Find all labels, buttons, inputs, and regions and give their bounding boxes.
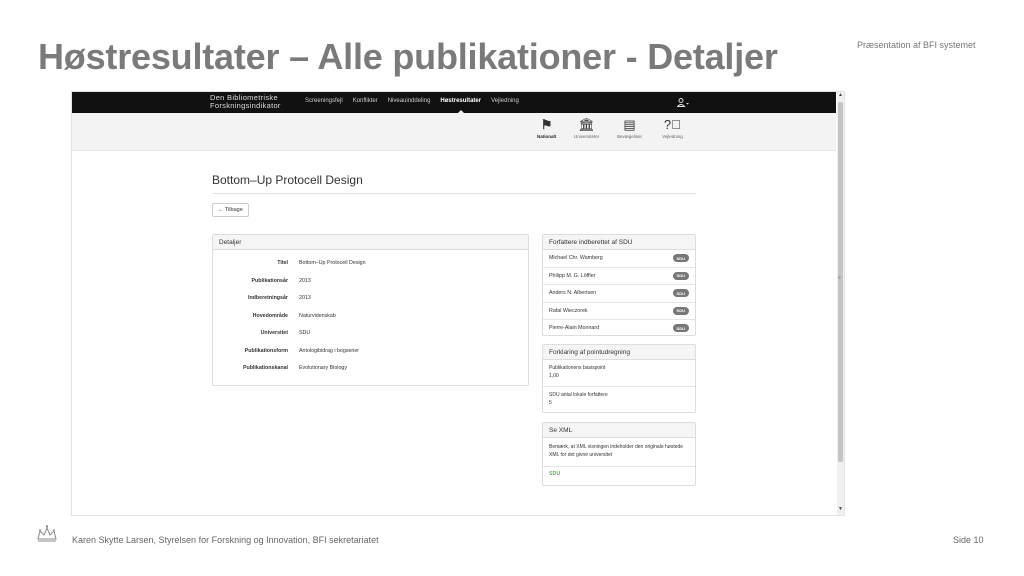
- local-authors-block: SDU antal lokale forfattere 5: [543, 387, 695, 414]
- base-points-block: Publikationens basispoint 1,00: [543, 360, 695, 387]
- local-authors-label: SDU antal lokale forfattere: [549, 392, 608, 398]
- author-row: Philipp M. G. Löffler SDU: [543, 268, 695, 285]
- subnav-label: Bevægeliser: [617, 134, 643, 139]
- authors-heading: Forfattere indberettet af SDU: [543, 235, 695, 250]
- university-badge: SDU: [672, 271, 689, 280]
- detail-value: 2013: [299, 278, 311, 284]
- app-screenshot: Den Bibliometriske Forskningsindikator S…: [71, 91, 845, 516]
- page-number: Side 10: [953, 535, 984, 545]
- university-badge: SDU: [672, 254, 689, 262]
- detail-value: 2013: [299, 295, 311, 301]
- detail-label: Indberetningsår: [247, 295, 288, 301]
- publication-title: Bottom–Up Protocell Design: [212, 173, 363, 187]
- author-row: Rafal Wieczorek SDU: [543, 303, 695, 320]
- detail-value: Bottom–Up Protocell Design: [299, 260, 366, 266]
- brand-line-2: Forskningsindikator: [210, 101, 281, 110]
- base-points-label: Publikationens basispoint: [549, 365, 606, 371]
- subnav-bevaegeliser[interactable]: ▤ Bevægeliser: [617, 117, 642, 139]
- institution-icon: 🏛: [578, 117, 595, 132]
- detail-value: Naturvidenskab: [299, 313, 336, 319]
- back-button[interactable]: ← Tilbage: [212, 203, 249, 217]
- flag-icon: ⚑: [540, 117, 553, 132]
- user-icon: [676, 98, 689, 107]
- detail-value: Antologibidrag i bogserier: [299, 348, 360, 354]
- xml-note: Bemærk, at XML visningen indeholder den …: [543, 438, 695, 467]
- xml-link-sdu[interactable]: SDU: [543, 467, 695, 481]
- scroll-thumb[interactable]: [838, 102, 843, 462]
- detail-label: Publikationsform: [244, 348, 288, 354]
- university-badge: SDU: [672, 324, 689, 332]
- detail-label: Titel: [277, 260, 288, 266]
- subnav-label: Universiteter: [574, 134, 600, 139]
- points-panel: Forklaring af pointudregning Publikation…: [542, 344, 696, 413]
- nav-niveauinddeling[interactable]: Niveauinddeling: [383, 92, 436, 113]
- author-row: Pierre-Alain Monnard SDU: [543, 320, 695, 338]
- details-heading: Detaljer: [213, 235, 528, 250]
- university-badge: SDU: [672, 289, 689, 297]
- author-row: Anders N. Albertsen SDU: [543, 285, 695, 303]
- authors-panel: Forfattere indberettet af SDU Michael Ch…: [542, 234, 696, 336]
- detail-value: SDU: [299, 330, 311, 336]
- vertical-scrollbar[interactable]: ▲ ≡ ▼: [837, 92, 844, 515]
- author-name: Pierre-Alain Monnard: [549, 325, 600, 331]
- title-divider: [212, 193, 696, 194]
- calendar-icon: ▤: [623, 117, 636, 132]
- xml-heading: Se XML: [543, 423, 695, 438]
- author-name: Anders N. Albertsen: [549, 290, 597, 296]
- subnav-label: Vejledning: [662, 134, 683, 139]
- author-name: Philipp M. G. Löffler: [549, 272, 596, 279]
- detail-label: Universitet: [260, 330, 288, 336]
- nav-vejledning[interactable]: Vejledning: [486, 92, 524, 113]
- top-navbar: Den Bibliometriske Forskningsindikator S…: [72, 92, 836, 113]
- author-name: Rafal Wieczorek: [549, 307, 588, 314]
- slide-subtitle: Præsentation af BFI systemet: [857, 40, 976, 50]
- base-points-value: 1,00: [549, 373, 559, 379]
- xml-panel: Se XML Bemærk, at XML visningen indehold…: [542, 422, 696, 486]
- scroll-up-arrow-icon[interactable]: ▲: [838, 92, 843, 98]
- nav-hostresultater[interactable]: Høstresultater: [435, 92, 486, 113]
- subnav-label: Nationalt: [537, 134, 557, 139]
- university-badge: SDU: [672, 306, 689, 315]
- nav-konflikter[interactable]: Konflikter: [348, 92, 383, 113]
- subnav-nationalt[interactable]: ⚑ Nationalt: [537, 117, 556, 139]
- footer-author: Karen Skytte Larsen, Styrelsen for Forsk…: [72, 535, 379, 545]
- scroll-down-arrow-icon[interactable]: ▼: [838, 506, 843, 512]
- help-icon: ?⃝: [663, 117, 681, 132]
- slide-title: Høstresultater – Alle publikationer - De…: [38, 36, 778, 77]
- points-heading: Forklaring af pointudregning: [543, 345, 695, 360]
- author-row: Michael Chr. Wamberg SDU: [543, 250, 695, 268]
- sub-nav: ⚑ Nationalt 🏛 Universiteter ▤ Bevægelise…: [72, 113, 836, 151]
- local-authors-value: 5: [549, 400, 552, 406]
- detail-value: Evolutionary Biology: [299, 365, 347, 371]
- subnav-vejledning[interactable]: ?⃝ Vejledning: [662, 117, 683, 139]
- user-menu[interactable]: [676, 98, 689, 109]
- detail-label: Publikationsår: [251, 278, 289, 284]
- author-name: Michael Chr. Wamberg: [549, 255, 603, 261]
- detail-label: Hovedområde: [252, 313, 288, 319]
- detail-label: Publikationskanal: [242, 365, 288, 371]
- main-nav: Screeningsfejl Konflikter Niveauinddelin…: [300, 92, 524, 113]
- brand-logo[interactable]: Den Bibliometriske Forskningsindikator: [210, 94, 281, 110]
- nav-screeningsfejl[interactable]: Screeningsfejl: [300, 92, 348, 113]
- crown-logo-icon: [37, 525, 57, 542]
- subnav-universiteter[interactable]: 🏛 Universiteter: [574, 117, 599, 139]
- scroll-grip-icon: ≡: [838, 275, 841, 281]
- details-panel: Detaljer Titel Bottom–Up Protocell Desig…: [212, 234, 529, 386]
